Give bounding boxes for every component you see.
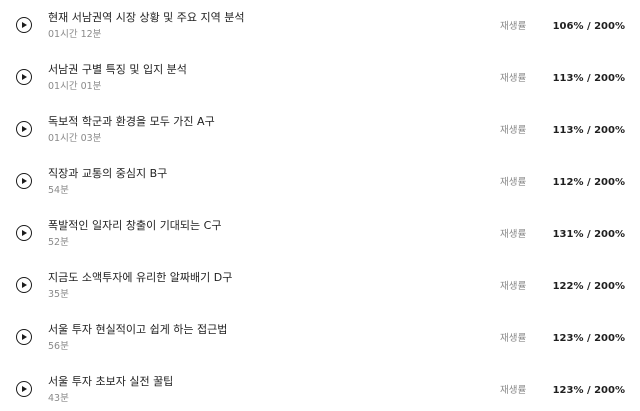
lecture-title: 현재 서남권역 시장 상황 및 주요 지역 분석: [48, 11, 245, 24]
play-circle-icon[interactable]: [16, 329, 32, 345]
playback-rate-value: 123% / 200%: [552, 385, 625, 396]
play-circle-icon[interactable]: [16, 225, 32, 241]
play-circle-icon[interactable]: [16, 277, 32, 293]
lecture-duration: 01시간 12분: [48, 29, 102, 40]
lecture-row[interactable]: 현재 서남권역 시장 상황 및 주요 지역 분석 01시간 12분 재생률 10…: [0, 11, 640, 63]
play-circle-icon[interactable]: [16, 121, 32, 137]
playback-rate-value: 122% / 200%: [552, 281, 625, 292]
lecture-row[interactable]: 서울 투자 현실적이고 쉽게 하는 접근법 56분 재생률 123% / 200…: [0, 323, 640, 375]
lecture-title: 폭발적인 일자리 창출이 기대되는 C구: [48, 219, 222, 232]
playback-rate-value: 131% / 200%: [552, 229, 625, 240]
play-circle-icon[interactable]: [16, 381, 32, 397]
playback-rate-value: 123% / 200%: [552, 333, 625, 344]
playback-rate-label: 재생률: [500, 333, 527, 344]
lecture-title: 지금도 소액투자에 유리한 알짜배기 D구: [48, 271, 233, 284]
lecture-row[interactable]: 지금도 소액투자에 유리한 알짜배기 D구 35분 재생률 122% / 200…: [0, 271, 640, 323]
playback-rate-value: 113% / 200%: [552, 125, 625, 136]
lecture-row[interactable]: 서울 투자 초보자 실전 꿀팁 43분 재생률 123% / 200%: [0, 375, 640, 411]
lecture-list: 현재 서남권역 시장 상황 및 주요 지역 분석 01시간 12분 재생률 10…: [0, 0, 640, 411]
playback-rate-value: 113% / 200%: [552, 73, 625, 84]
playback-rate-label: 재생률: [500, 125, 527, 136]
lecture-row[interactable]: 직장과 교통의 중심지 B구 54분 재생률 112% / 200%: [0, 167, 640, 219]
play-circle-icon[interactable]: [16, 17, 32, 33]
lecture-duration: 56분: [48, 341, 69, 352]
playback-rate-value: 106% / 200%: [552, 21, 625, 32]
playback-rate-label: 재생률: [500, 385, 527, 396]
playback-rate-label: 재생률: [500, 73, 527, 84]
lecture-duration: 01시간 01분: [48, 81, 102, 92]
lecture-duration: 35분: [48, 289, 69, 300]
playback-rate-label: 재생률: [500, 281, 527, 292]
lecture-row[interactable]: 독보적 학군과 환경을 모두 가진 A구 01시간 03분 재생률 113% /…: [0, 115, 640, 167]
lecture-title: 독보적 학군과 환경을 모두 가진 A구: [48, 115, 215, 128]
lecture-duration: 43분: [48, 393, 69, 404]
play-circle-icon[interactable]: [16, 173, 32, 189]
lecture-row[interactable]: 서남권 구별 특징 및 입지 분석 01시간 01분 재생률 113% / 20…: [0, 63, 640, 115]
playback-rate-value: 112% / 200%: [552, 177, 625, 188]
lecture-title: 서울 투자 초보자 실전 꿀팁: [48, 375, 174, 388]
lecture-duration: 52분: [48, 237, 69, 248]
lecture-duration: 54분: [48, 185, 69, 196]
playback-rate-label: 재생률: [500, 229, 527, 240]
play-circle-icon[interactable]: [16, 69, 32, 85]
lecture-row[interactable]: 폭발적인 일자리 창출이 기대되는 C구 52분 재생률 131% / 200%: [0, 219, 640, 271]
lecture-title: 서울 투자 현실적이고 쉽게 하는 접근법: [48, 323, 228, 336]
lecture-title: 직장과 교통의 중심지 B구: [48, 167, 168, 180]
lecture-duration: 01시간 03분: [48, 133, 102, 144]
lecture-title: 서남권 구별 특징 및 입지 분석: [48, 63, 187, 76]
playback-rate-label: 재생률: [500, 177, 527, 188]
playback-rate-label: 재생률: [500, 21, 527, 32]
